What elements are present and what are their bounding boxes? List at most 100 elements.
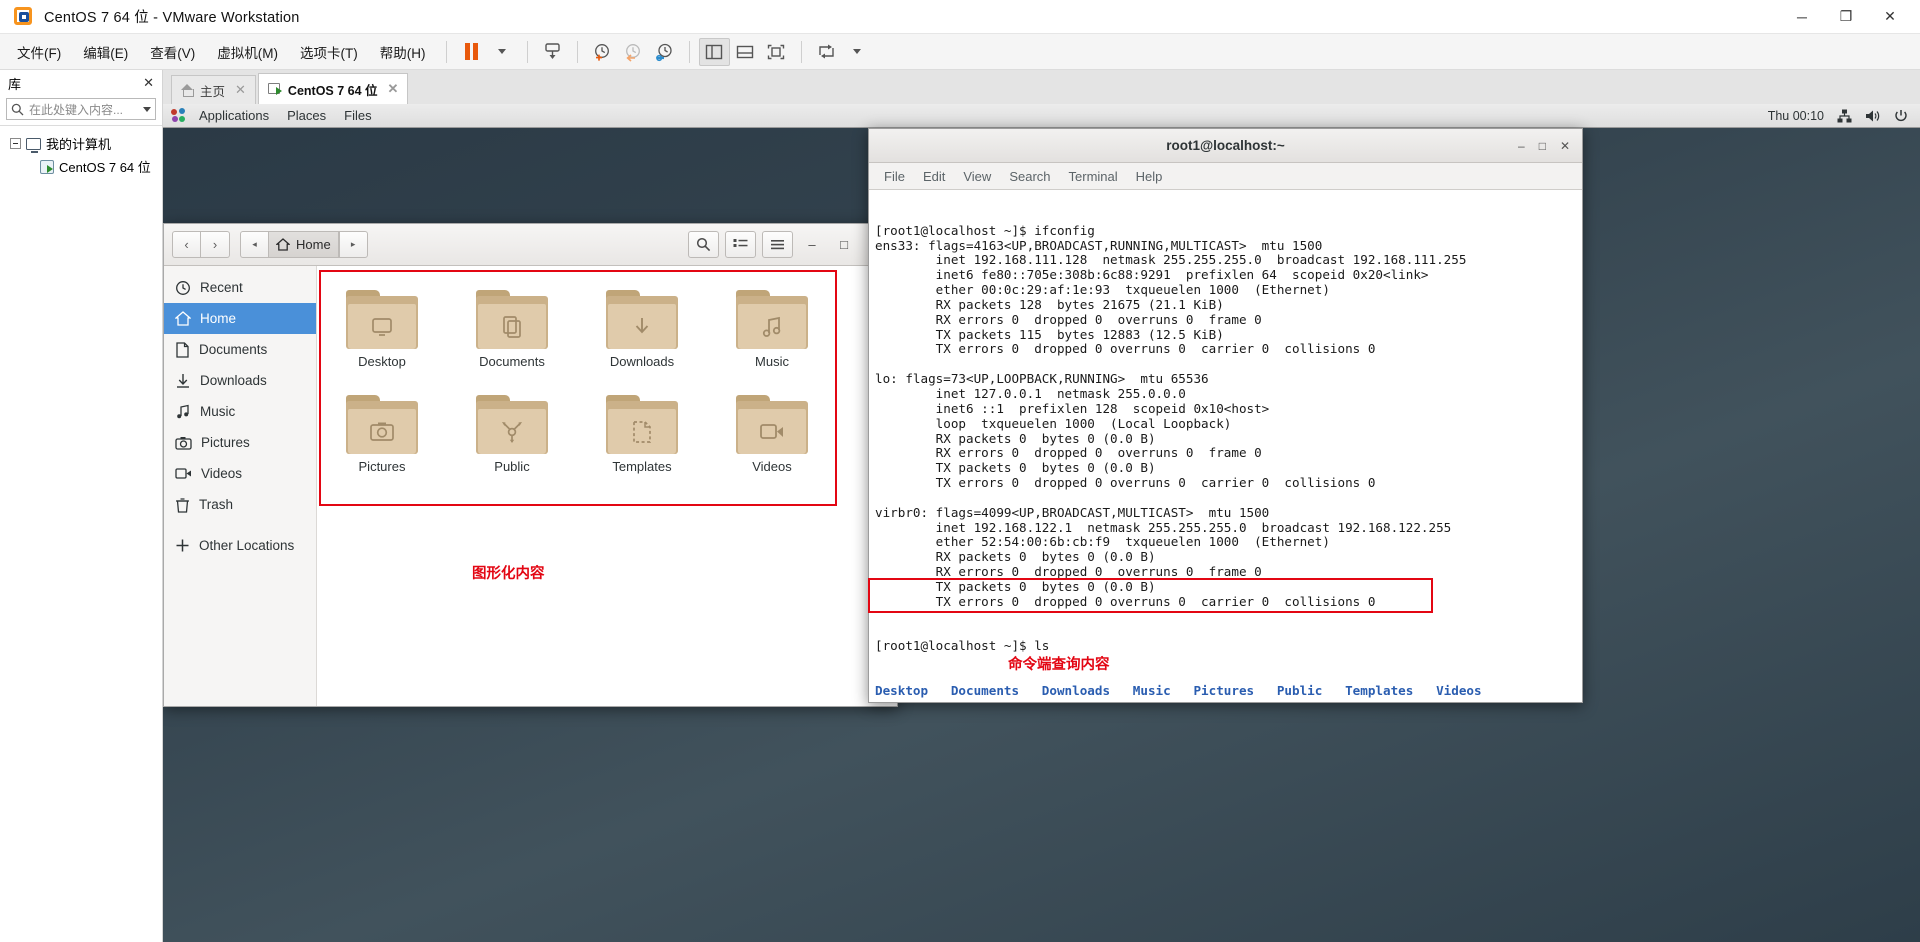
tree-item-my-computer[interactable]: 我的计算机 <box>0 132 162 155</box>
menu-view[interactable]: 查看(V) <box>139 37 206 67</box>
file-item-public[interactable]: Public <box>447 389 577 484</box>
file-item-templates[interactable]: Templates <box>577 389 707 484</box>
terminal-menu-file[interactable]: File <box>875 169 914 184</box>
back-button[interactable]: ‹ <box>172 231 201 258</box>
snapshot-add-icon <box>595 43 609 61</box>
folder-icon-downloads <box>606 290 678 349</box>
gnome-clock[interactable]: Thu 00:10 <box>1768 109 1824 123</box>
menu-help[interactable]: 帮助(H) <box>369 37 437 67</box>
nautilus-file-area[interactable]: Desktop Documents Downloads Music Pictur… <box>317 266 897 706</box>
vm-tabstrip: 主页 ✕ CentOS 7 64 位 ✕ <box>163 70 1920 104</box>
sidebar-item-home[interactable]: Home <box>164 303 316 334</box>
nav-buttons: ‹ › <box>172 231 230 258</box>
unity-mode-button[interactable] <box>811 38 842 66</box>
show-console-button[interactable] <box>730 38 761 66</box>
library-panel: 库 ✕ 在此处键入内容... 我的计算机 CentOS 7 64 位 <box>0 70 163 942</box>
toolbar-separator-2 <box>526 40 528 63</box>
sidebar-item-recent[interactable]: Recent <box>164 272 316 303</box>
document-icon <box>176 341 189 358</box>
menu-file[interactable]: 文件(F) <box>6 37 72 67</box>
terminal-close-button[interactable]: ✕ <box>1560 139 1570 153</box>
show-library-button[interactable] <box>698 37 730 66</box>
sidebar-item-videos-label: Videos <box>201 466 243 481</box>
terminal-menu-edit[interactable]: Edit <box>914 169 954 184</box>
sidebar-item-pictures[interactable]: Pictures <box>164 427 316 458</box>
forward-button[interactable]: › <box>201 231 230 258</box>
maximize-button[interactable]: ❐ <box>1824 1 1868 33</box>
tree-item-centos-vm[interactable]: CentOS 7 64 位 <box>0 155 162 178</box>
folder-icon-desktop <box>346 290 418 349</box>
file-item-videos[interactable]: Videos <box>707 389 837 484</box>
sidebar-item-trash[interactable]: Trash <box>164 489 316 520</box>
virtual-machine-icon <box>40 159 54 174</box>
terminal-minimize-button[interactable]: – <box>1518 139 1525 153</box>
vmware-body: 库 ✕ 在此处键入内容... 我的计算机 CentOS 7 64 位 主页 ✕ … <box>0 70 1920 942</box>
manage-snapshots-button[interactable] <box>649 38 680 66</box>
guest-screen[interactable]: Applications Places Files Thu 00:10 ‹ › … <box>163 104 1920 942</box>
gnome-foot-icon <box>171 108 186 123</box>
tab-centos-label: CentOS 7 64 位 <box>287 83 378 98</box>
power-dropdown-button[interactable] <box>487 38 518 66</box>
library-search-box[interactable]: 在此处键入内容... <box>6 98 156 120</box>
sidebar-item-music[interactable]: Music <box>164 396 316 427</box>
minimize-button[interactable]: ─ <box>1780 1 1824 33</box>
terminal-ifconfig-output: [root1@localhost ~]$ ifconfig ens33: fla… <box>875 222 1467 609</box>
file-item-pictures[interactable]: Pictures <box>317 389 447 484</box>
breadcrumb-prev-button[interactable]: ◂ <box>240 231 269 258</box>
file-item-desktop[interactable]: Desktop <box>317 284 447 379</box>
search-button[interactable] <box>688 231 719 258</box>
file-item-templates-label: Templates <box>612 459 672 474</box>
file-item-documents[interactable]: Documents <box>447 284 577 379</box>
gnome-menu-files[interactable]: Files <box>335 104 380 128</box>
take-snapshot-button[interactable] <box>587 38 618 66</box>
console-panel-icon <box>736 45 754 58</box>
revert-snapshot-button[interactable] <box>618 38 649 66</box>
tab-home[interactable]: 主页 ✕ <box>171 75 256 104</box>
send-ctrl-alt-del-button[interactable] <box>537 38 568 66</box>
nautilus-maximize-button[interactable]: □ <box>831 232 857 258</box>
toolbar-separator-4 <box>688 40 690 63</box>
breadcrumb-home[interactable]: Home <box>269 231 339 258</box>
hamburger-menu-button[interactable] <box>762 231 793 258</box>
menu-edit[interactable]: 编辑(E) <box>72 37 139 67</box>
terminal-menu-view[interactable]: View <box>954 169 1000 184</box>
tree-expander-icon[interactable] <box>10 138 21 149</box>
sidebar-item-downloads-label: Downloads <box>200 373 267 388</box>
tab-centos[interactable]: CentOS 7 64 位 ✕ <box>257 73 409 104</box>
search-icon <box>11 103 24 115</box>
vmware-logo-icon <box>14 6 34 27</box>
gnome-menu-applications[interactable]: Applications <box>190 104 278 128</box>
gnome-desktop[interactable]: ‹ › ◂ Home ▸ – □ Recent Home Documents D… <box>163 128 1920 942</box>
breadcrumb-next-button[interactable]: ▸ <box>338 231 368 258</box>
close-button[interactable]: ✕ <box>1868 1 1912 33</box>
trash-icon <box>176 497 189 513</box>
gnome-menu-places[interactable]: Places <box>278 104 335 128</box>
sidebar-item-downloads[interactable]: Downloads <box>164 365 316 396</box>
chevron-down-icon-3[interactable] <box>143 106 151 112</box>
nautilus-minimize-button[interactable]: – <box>799 232 825 258</box>
file-item-downloads[interactable]: Downloads <box>577 284 707 379</box>
sidebar-item-documents[interactable]: Documents <box>164 334 316 365</box>
sidebar-item-other-locations[interactable]: Other Locations <box>164 530 316 561</box>
computer-icon <box>26 137 41 153</box>
camera-icon <box>175 436 192 450</box>
menu-tabs[interactable]: 选项卡(T) <box>289 37 369 67</box>
chevron-down-icon <box>498 49 506 54</box>
terminal-menu-search[interactable]: Search <box>1000 169 1059 184</box>
terminal-screen[interactable]: [root1@localhost ~]$ ifconfig ens33: fla… <box>869 190 1582 702</box>
tab-home-close-icon[interactable]: ✕ <box>235 82 246 98</box>
pause-button[interactable] <box>456 38 487 66</box>
fullscreen-button[interactable] <box>761 38 792 66</box>
terminal-menu-terminal[interactable]: Terminal <box>1060 169 1127 184</box>
sidebar-item-videos[interactable]: Videos <box>164 458 316 489</box>
menu-vm[interactable]: 虚拟机(M) <box>206 37 289 67</box>
library-close-icon[interactable]: ✕ <box>143 75 154 91</box>
gnome-top-panel: Applications Places Files Thu 00:10 <box>163 104 1920 128</box>
tab-centos-close-icon[interactable]: ✕ <box>388 81 399 97</box>
list-view-button[interactable] <box>725 231 756 258</box>
unity-dropdown-button[interactable] <box>842 38 873 66</box>
file-item-music-label: Music <box>755 354 789 369</box>
terminal-menu-help[interactable]: Help <box>1127 169 1172 184</box>
file-item-music[interactable]: Music <box>707 284 837 379</box>
terminal-maximize-button[interactable]: □ <box>1539 139 1546 153</box>
